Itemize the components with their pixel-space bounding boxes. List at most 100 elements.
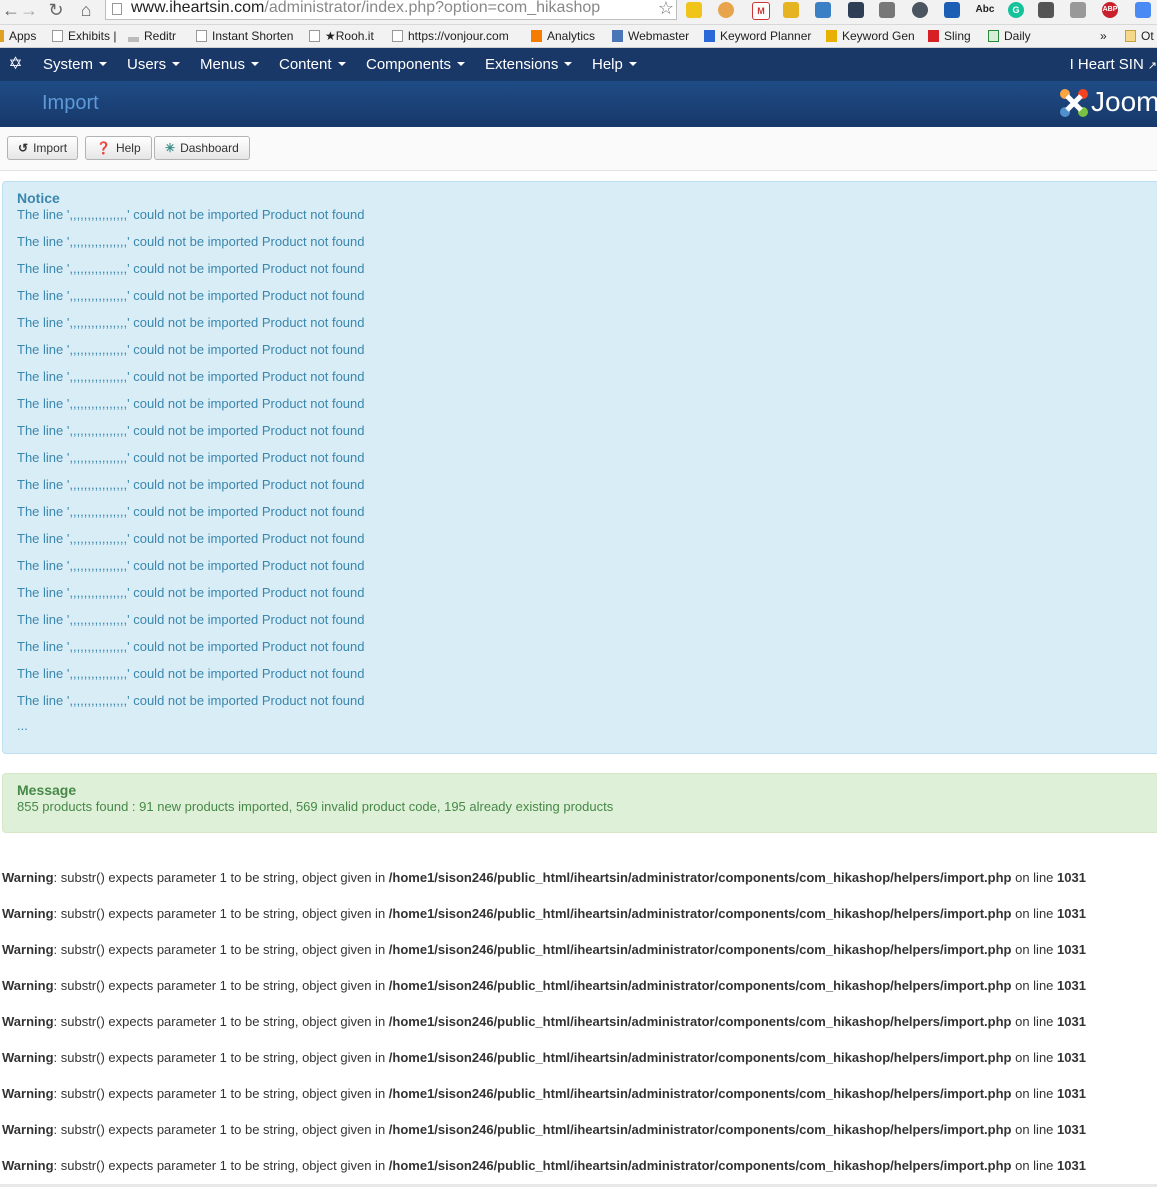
menu-help[interactable]: Help (592, 48, 637, 81)
notice-line: The line ',,,,,,,,,,,,,,,,' could not be… (17, 693, 365, 708)
reload-icon[interactable]: ↻ (45, 0, 67, 22)
notice-heading: Notice (17, 190, 60, 206)
warning-file-path: /home1/sison246/public_html/iheartsin/ad… (388, 1158, 1012, 1173)
warning-line: Warning: substr() expects parameter 1 to… (2, 1086, 1086, 1101)
bookmark-daily[interactable]: Daily (988, 27, 1031, 45)
site-link[interactable]: I Heart SIN ↗ (1070, 48, 1157, 83)
bookmark-apps[interactable]: Apps (0, 27, 36, 45)
bookmark-keyword-planner[interactable]: Keyword Planner (704, 27, 811, 45)
warning-label: Warning (2, 1158, 54, 1173)
notice-line: The line ',,,,,,,,,,,,,,,,' could not be… (17, 666, 365, 681)
warning-label: Warning (2, 978, 54, 993)
notice-line: The line ',,,,,,,,,,,,,,,,' could not be… (17, 234, 365, 249)
notice-line: The line ',,,,,,,,,,,,,,,,' could not be… (17, 423, 365, 438)
bookmark-keyword-gen[interactable]: Keyword Gen (826, 27, 915, 45)
gmail-icon[interactable]: M (752, 2, 770, 20)
page-icon (196, 30, 207, 42)
warning-line: Warning: substr() expects parameter 1 to… (2, 1122, 1086, 1137)
sheets-icon (988, 30, 999, 42)
warning-label: Warning (2, 870, 54, 885)
analytics-icon (531, 30, 542, 42)
message-body: 855 products found : 91 new products imp… (17, 799, 614, 814)
toolbar: ↺ Import ❓ Help ✳ Dashboard (0, 127, 1157, 171)
home-icon[interactable]: ⌂ (75, 0, 97, 22)
menu-menus[interactable]: Menus (200, 48, 260, 81)
caret-down-icon (251, 62, 260, 66)
warning-label: Warning (2, 1014, 54, 1029)
import-button[interactable]: ↺ Import (7, 136, 79, 160)
warning-line-number: 1031 (1057, 1014, 1086, 1029)
cookie-icon[interactable] (718, 2, 734, 18)
notice-line: The line ',,,,,,,,,,,,,,,,' could not be… (17, 450, 365, 465)
menu-extensions[interactable]: Extensions (485, 48, 573, 81)
bookmark-analytics[interactable]: Analytics (531, 27, 595, 45)
translate-icon[interactable] (1135, 2, 1151, 18)
dashboard-button[interactable]: ✳ Dashboard (154, 136, 250, 160)
extension-badge-icon[interactable] (686, 2, 702, 18)
warning-line: Warning: substr() expects parameter 1 to… (2, 870, 1086, 885)
page-header: Import Joomla! (0, 81, 1157, 127)
bookmark-webmaster[interactable]: Webmaster (612, 27, 689, 45)
warning-line-number: 1031 (1057, 1122, 1086, 1137)
admin-top-navbar: ✡ System Users Menus Content Components … (0, 48, 1157, 81)
extension-icons: M Abc G ABP (686, 1, 1157, 21)
notice-more: ... (17, 718, 28, 733)
warning-file-path: /home1/sison246/public_html/iheartsin/ad… (388, 1050, 1012, 1065)
bookmarks-bar: Apps Exhibits | Reditr Instant Shorten ★… (0, 25, 1157, 48)
spellcheck-icon[interactable]: Abc (974, 2, 996, 18)
warning-file-path: /home1/sison246/public_html/iheartsin/ad… (388, 870, 1012, 885)
forward-icon[interactable]: → (18, 0, 40, 22)
bookmark-sling[interactable]: Sling (928, 27, 971, 45)
bookmark-reditr[interactable]: Reditr (128, 27, 176, 45)
menu-system[interactable]: System (43, 48, 108, 81)
warning-file-path: /home1/sison246/public_html/iheartsin/ad… (388, 978, 1012, 993)
menu-users[interactable]: Users (127, 48, 181, 81)
page-icon (392, 30, 403, 42)
ext-blue-icon[interactable] (815, 2, 831, 18)
bookmarks-overflow[interactable]: » (1100, 27, 1107, 45)
message-heading: Message (17, 782, 77, 798)
notice-line: The line ',,,,,,,,,,,,,,,,' could not be… (17, 396, 365, 411)
joomla-logo-icon[interactable]: ✡ (6, 54, 25, 73)
bookmark-instant-shorten[interactable]: Instant Shorten (196, 27, 293, 45)
url-field[interactable]: www.iheartsin.com/administrator/index.ph… (105, 0, 677, 20)
import-icon: ↺ (18, 141, 29, 155)
adwords-icon (704, 30, 715, 42)
help-button[interactable]: ❓ Help (85, 136, 152, 160)
ext-dark-icon[interactable] (848, 2, 864, 18)
warning-line: Warning: substr() expects parameter 1 to… (2, 1014, 1086, 1029)
pushbullet-icon[interactable] (783, 2, 799, 18)
bookmark-exhibits[interactable]: Exhibits | (52, 27, 116, 45)
notice-line: The line ',,,,,,,,,,,,,,,,' could not be… (17, 288, 365, 303)
grammarly-icon[interactable]: G (1008, 2, 1024, 18)
menu-content[interactable]: Content (279, 48, 346, 81)
browser-address-bar: ← → ↻ ⌂ www.iheartsin.com/administrator/… (0, 0, 1157, 25)
message-alert: Message 855 products found : 91 new prod… (2, 773, 1157, 833)
warning-line-number: 1031 (1057, 1086, 1086, 1101)
pocket-icon[interactable] (912, 2, 928, 18)
bookmark-star-icon[interactable]: ☆ (658, 0, 674, 19)
warning-label: Warning (2, 906, 54, 921)
sling-icon (928, 30, 939, 42)
ext-gray-icon[interactable] (879, 2, 895, 18)
bookmark-other[interactable]: Ot (1125, 27, 1154, 45)
bookmark-rooh[interactable]: ★Rooh.it (309, 27, 374, 45)
ext-tool-icon[interactable] (1038, 2, 1054, 18)
warning-line-number: 1031 (1057, 1050, 1086, 1065)
caret-down-icon (628, 62, 637, 66)
page-icon (309, 30, 320, 42)
page-icon (52, 30, 63, 42)
notice-line: The line ',,,,,,,,,,,,,,,,' could not be… (17, 531, 365, 546)
page-icon (112, 3, 122, 15)
warning-label: Warning (2, 1122, 54, 1137)
warning-file-path: /home1/sison246/public_html/iheartsin/ad… (388, 906, 1012, 921)
ext-pen-icon[interactable] (944, 2, 960, 18)
warning-line-number: 1031 (1057, 942, 1086, 957)
caret-down-icon (337, 62, 346, 66)
menu-components[interactable]: Components (366, 48, 466, 81)
adblock-icon[interactable]: ABP (1102, 2, 1118, 18)
bookmark-vonjour[interactable]: https://vonjour.com (392, 27, 509, 45)
warning-file-path: /home1/sison246/public_html/iheartsin/ad… (388, 1086, 1012, 1101)
ext-book-icon[interactable] (1070, 2, 1086, 18)
joomla-mark-icon (1060, 89, 1088, 117)
